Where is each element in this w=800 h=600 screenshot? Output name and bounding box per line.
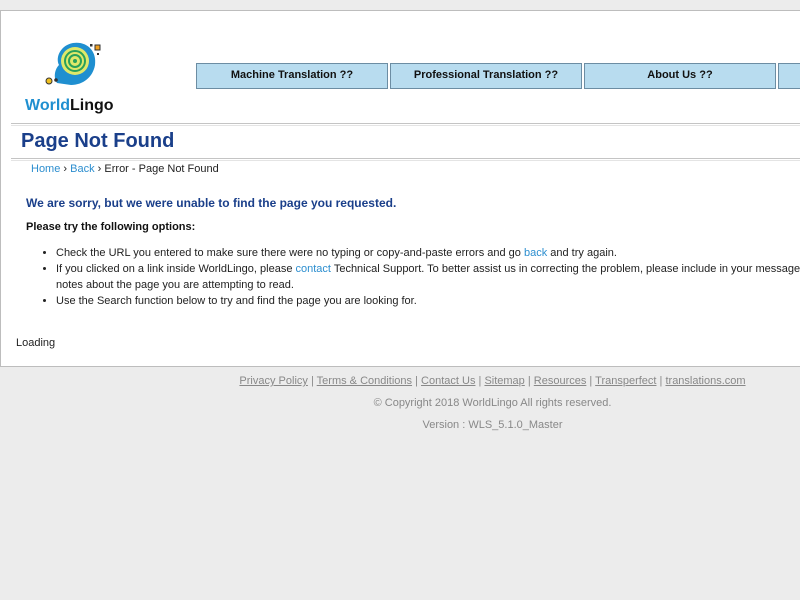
contact-link[interactable]: contact (296, 263, 331, 275)
breadcrumb-back-link[interactable]: Back (70, 163, 94, 175)
logo-head-icon (45, 42, 101, 85)
footer-link-transperfect[interactable]: Transperfect (595, 375, 656, 387)
list-item-text: If you clicked on a link inside WorldLin… (56, 263, 296, 275)
divider-bottom (11, 158, 800, 161)
footer-separator: | (310, 375, 314, 387)
footer-separator: | (478, 375, 482, 387)
footer-separator: | (415, 375, 418, 387)
list-item-text: Check the URL you entered to make sure t… (56, 247, 524, 259)
footer-link-sitemap[interactable]: Sitemap (484, 375, 524, 387)
breadcrumb: Home › Back › Error - Page Not Found (31, 163, 219, 175)
list-item: Use the Search function below to try and… (56, 293, 800, 309)
footer-link-translations[interactable]: translations.com (665, 375, 745, 387)
nav-professional-translation[interactable]: Professional Translation ?? (390, 63, 582, 89)
nav-machine-translation[interactable]: Machine Translation ?? (196, 63, 388, 89)
worldlingo-logo[interactable]: WorldLingo (23, 37, 123, 127)
footer-link-contact[interactable]: Contact Us (421, 375, 475, 387)
logo-world-text: World (25, 97, 71, 114)
divider-top (11, 123, 800, 126)
logo-lingo-text: Lingo (70, 97, 114, 114)
footer-separator: | (589, 375, 593, 387)
footer-link-resources[interactable]: Resources (534, 375, 587, 387)
options-list: Check the URL you entered to make sure t… (56, 245, 800, 309)
nav-item-truncated[interactable] (778, 63, 800, 89)
list-item: If you clicked on a link inside WorldLin… (56, 261, 800, 293)
footer-link-terms[interactable]: Terms & Conditions (317, 375, 412, 387)
page-card: WorldLingo Machine Translation ?? Profes… (0, 10, 800, 367)
footer-separator: | (659, 375, 663, 387)
breadcrumb-current: Error - Page Not Found (104, 163, 219, 175)
footer-version: Version : WLS_5.1.0_Master (422, 419, 563, 431)
page-title: Page Not Found (21, 130, 175, 152)
breadcrumb-separator: › (63, 163, 68, 175)
footer-separator: | (527, 375, 531, 387)
breadcrumb-separator: › (97, 163, 102, 175)
footer-links: Privacy Policy | Terms & Conditions | Co… (185, 375, 800, 387)
loading-text: Loading (16, 337, 56, 349)
main-nav: Machine Translation ?? Professional Tran… (196, 63, 800, 89)
list-item-text: and try again. (547, 247, 617, 259)
breadcrumb-home-link[interactable]: Home (31, 163, 60, 175)
list-item-text: Use the Search function below to try and… (56, 295, 417, 307)
back-link[interactable]: back (524, 247, 547, 259)
logo-wordmark: WorldLingo (25, 97, 114, 115)
options-heading: Please try the following options: (26, 221, 196, 233)
error-message: We are sorry, but we were unable to find… (26, 196, 397, 210)
nav-about-us[interactable]: About Us ?? (584, 63, 776, 89)
footer-copyright: © Copyright 2018 WorldLingo All rights r… (373, 397, 612, 409)
list-item: Check the URL you entered to make sure t… (56, 245, 800, 261)
footer-link-privacy[interactable]: Privacy Policy (239, 375, 307, 387)
